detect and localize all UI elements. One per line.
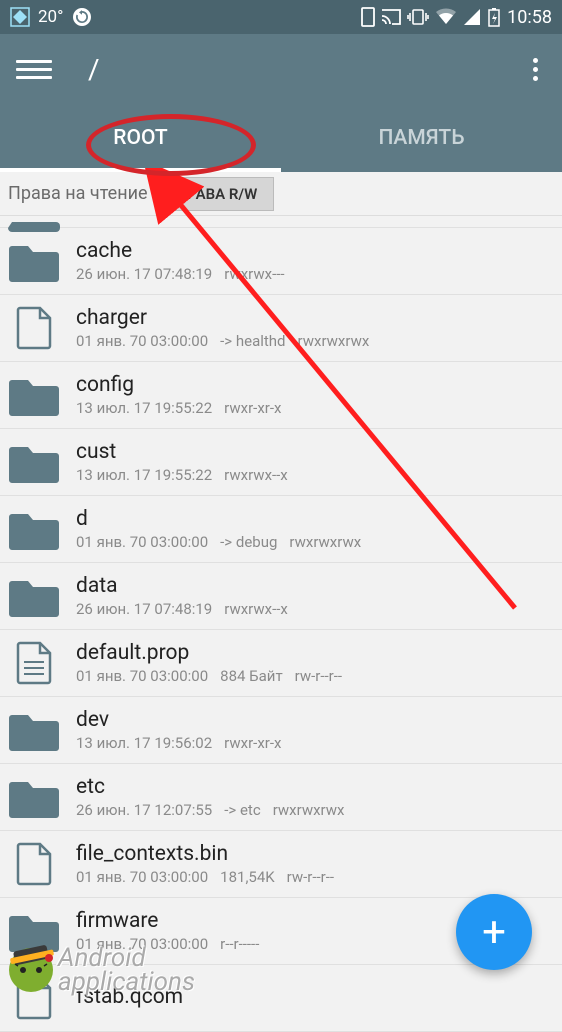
permissions-row: Права на чтение ПРАВА R/W [0, 172, 562, 216]
file-name: etc [76, 775, 356, 799]
more-menu-icon[interactable] [525, 50, 546, 89]
file-details: 01 янв. 70 03:00:00884 Байтrw-r--r-- [76, 667, 354, 685]
plus-icon: + [482, 908, 506, 957]
battery-icon [487, 7, 501, 27]
portrait-icon [361, 7, 375, 27]
folder-icon [8, 506, 60, 552]
tabs: ROOT ПАМЯТЬ [0, 104, 562, 172]
sync-icon [71, 6, 93, 28]
menu-icon[interactable] [16, 51, 52, 87]
file-row[interactable]: dev 13 июл. 17 19:56:02rwxr-xr-x [0, 697, 562, 764]
status-bar: 20° 10:58 [0, 0, 562, 34]
permissions-rw-button[interactable]: ПРАВА R/W [160, 177, 275, 211]
file-name: charger [76, 306, 381, 330]
folder-icon [8, 372, 60, 418]
file-details: 01 янв. 70 03:00:00-> healthdrwxrwxrwx [76, 332, 381, 350]
permissions-label: Права на чтение [8, 183, 148, 204]
file-row[interactable]: config 13 июл. 17 19:55:22rwxr-xr-x [0, 362, 562, 429]
status-temperature: 20° [38, 7, 63, 27]
folder-icon [8, 573, 60, 619]
file-name: fstab.qcom [76, 985, 183, 1009]
path-title: / [88, 53, 100, 86]
file-row[interactable]: cache 26 июн. 17 07:48:19rwxrwx--- [0, 228, 562, 295]
file-details: 26 июн. 17 12:07:55-> etcrwxrwxrwx [76, 801, 356, 819]
file-row[interactable]: cust 13 июл. 17 19:55:22rwxrwx--x [0, 429, 562, 496]
folder-icon [8, 238, 60, 284]
file-name: cache [76, 239, 297, 263]
tab-memory[interactable]: ПАМЯТЬ [281, 104, 562, 172]
file-row[interactable]: default.prop 01 янв. 70 03:00:00884 Байтr… [0, 630, 562, 697]
cast-icon [381, 9, 401, 25]
file-row[interactable]: etc 26 июн. 17 12:07:55-> etcrwxrwxrwx [0, 764, 562, 831]
file-name: d [76, 507, 373, 531]
file-name: firmware [76, 909, 271, 933]
file-row[interactable]: file_contexts.bin 01 янв. 70 03:00:00181,… [0, 831, 562, 898]
file-text-icon [8, 640, 60, 686]
file-blank-icon [8, 305, 60, 351]
folder-icon [8, 774, 60, 820]
file-details: 01 янв. 70 03:00:00-> debugrwxrwxrwx [76, 533, 373, 551]
file-row[interactable]: d 01 янв. 70 03:00:00-> debugrwxrwxrwx [0, 496, 562, 563]
app-icon-1 [10, 7, 30, 27]
file-row-partial[interactable] [0, 216, 562, 228]
file-name: data [76, 574, 300, 598]
file-name: file_contexts.bin [76, 842, 346, 866]
status-time: 10:58 [507, 7, 552, 28]
folder-icon [8, 707, 60, 753]
file-details: 01 янв. 70 03:00:00r--r----- [76, 935, 271, 953]
signal-icon [463, 8, 481, 26]
tab-memory-label: ПАМЯТЬ [379, 126, 465, 150]
file-details: 13 июл. 17 19:56:02rwxr-xr-x [76, 734, 293, 752]
file-details: 26 июн. 17 07:48:19rwxrwx--x [76, 600, 300, 618]
file-details: 13 июл. 17 19:55:22rwxrwx--x [76, 466, 300, 484]
tab-root[interactable]: ROOT [0, 104, 281, 172]
file-row[interactable]: fstab.qcom [0, 965, 562, 1032]
wifi-icon [435, 8, 457, 26]
file-details: 13 июл. 17 19:55:22rwxr-xr-x [76, 399, 293, 417]
app-bar: / [0, 34, 562, 104]
file-blank-icon [8, 975, 60, 1021]
folder-icon [8, 439, 60, 485]
file-name: config [76, 373, 293, 397]
folder-icon [8, 908, 60, 954]
file-details: 01 янв. 70 03:00:00181,54Krw-r--r-- [76, 868, 346, 886]
file-name: cust [76, 440, 300, 464]
tab-root-label: ROOT [113, 126, 167, 150]
file-name: dev [76, 708, 293, 732]
fab-add-button[interactable]: + [456, 894, 532, 970]
vibrate-icon [407, 8, 429, 26]
file-row[interactable]: data 26 июн. 17 07:48:19rwxrwx--x [0, 563, 562, 630]
file-row[interactable]: charger 01 янв. 70 03:00:00-> healthdrwxr… [0, 295, 562, 362]
file-details: 26 июн. 17 07:48:19rwxrwx--- [76, 265, 297, 283]
file-blank-icon [8, 841, 60, 887]
file-name: default.prop [76, 641, 354, 665]
